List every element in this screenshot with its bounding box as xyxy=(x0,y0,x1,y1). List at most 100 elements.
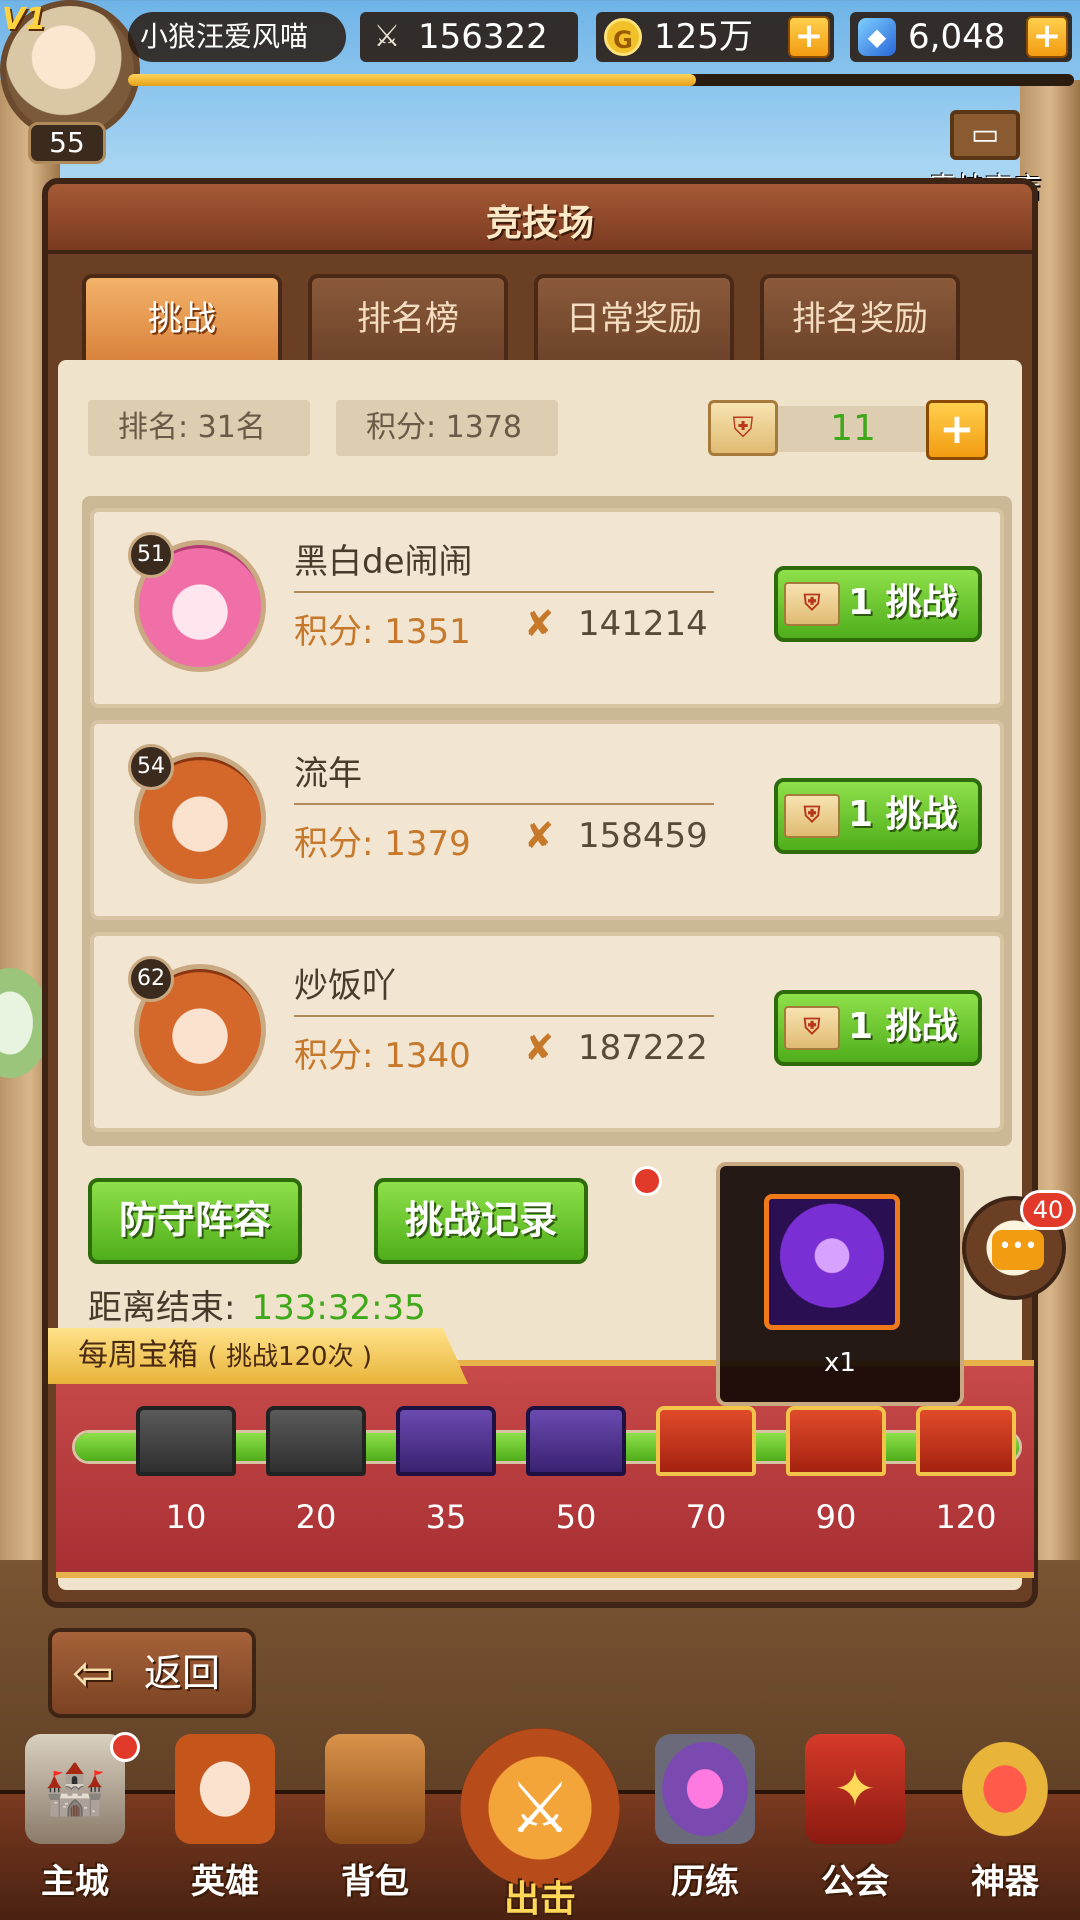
power-value: 156322 xyxy=(418,17,548,57)
notification-dot xyxy=(632,1166,662,1196)
tab-leaderboard[interactable]: 排名榜 xyxy=(308,274,508,360)
countdown-value: 133:32:35 xyxy=(251,1288,426,1328)
nav-training[interactable]: 历练 xyxy=(640,1734,770,1914)
chest-threshold: 35 xyxy=(425,1498,467,1536)
power-icon: ✘ xyxy=(524,816,555,857)
nav-label: 历练 xyxy=(671,1862,739,1902)
chat-unread-badge: 40 xyxy=(1020,1190,1076,1230)
nav-label: 主城 xyxy=(41,1862,109,1902)
nav-label: 神器 xyxy=(971,1862,1039,1902)
chest-threshold: 10 xyxy=(165,1498,207,1536)
nav-artifact[interactable]: 神器 xyxy=(940,1734,1070,1914)
chest-icon[interactable] xyxy=(266,1406,366,1476)
power-display: ⚔ 156322 xyxy=(360,12,578,62)
chest-icon[interactable] xyxy=(136,1406,236,1476)
challenge-tickets: ⛨ 11 + xyxy=(708,400,988,460)
back-arrow-icon: ⇦ xyxy=(72,1644,114,1702)
opponent-card: 51 黑白de闹闹 积分: 1351 ✘ 141214 ⛨ 1 挑战 xyxy=(90,508,1004,708)
guild-banner-icon: ✦ xyxy=(805,1734,905,1844)
vip-badge: V1 xyxy=(2,2,47,37)
nav-sortie-label: 出击 xyxy=(503,1879,576,1920)
crossed-swords-icon: ⚔ xyxy=(460,1728,620,1888)
opponent-card: 54 流年 积分: 1379 ✘ 158459 ⛨ 1 挑战 xyxy=(90,720,1004,920)
top-bar: V1 55 小狼汪爱风喵 ⚔ 156322 G 125万 + ◆ 6,048 + xyxy=(0,0,1080,164)
opponent-score: 积分: 1351 xyxy=(294,612,471,652)
defense-lineup-button[interactable]: 防守阵容 xyxy=(88,1178,302,1264)
xp-bar xyxy=(128,74,1074,86)
challenge-button-label: 1 挑战 xyxy=(848,582,958,623)
opponent-name: 流年 xyxy=(294,746,714,805)
nav-backpack[interactable]: 背包 xyxy=(310,1734,440,1914)
item-count: x1 xyxy=(824,1348,856,1378)
crossed-swords-icon: ⚔ xyxy=(373,19,401,54)
gold-coin-icon: G xyxy=(604,18,642,56)
gold-display: G 125万 + xyxy=(596,12,834,62)
opponent-score: 积分: 1340 xyxy=(294,1036,471,1076)
shop-sign-icon: ▭ xyxy=(950,110,1020,160)
challenge-button[interactable]: ⛨ 1 挑战 xyxy=(774,990,982,1066)
hero-icon xyxy=(175,1734,275,1844)
add-tickets-button[interactable]: + xyxy=(926,400,988,460)
player-name: 小狼汪爱风喵 xyxy=(128,12,346,62)
gem-display: ◆ 6,048 + xyxy=(850,12,1072,62)
opponent-power: 141214 xyxy=(578,604,708,644)
tab-challenge[interactable]: 挑战 xyxy=(82,274,282,360)
chest-threshold: 50 xyxy=(555,1498,597,1536)
portal-icon xyxy=(655,1734,755,1844)
countdown-label: 距离结束: xyxy=(88,1288,236,1328)
opponent-level: 51 xyxy=(128,532,174,578)
opponent-power: 187222 xyxy=(578,1028,708,1068)
add-gold-button[interactable]: + xyxy=(788,16,830,58)
chest-threshold: 120 xyxy=(935,1498,997,1536)
back-button[interactable]: ⇦ 返回 xyxy=(48,1628,256,1718)
opponent-score: 积分: 1379 xyxy=(294,824,471,864)
opponent-name: 炒饭吖 xyxy=(294,958,714,1017)
weekly-title: 每周宝箱 xyxy=(78,1338,198,1373)
chest-threshold: 20 xyxy=(295,1498,337,1536)
chest-icon[interactable] xyxy=(916,1406,1016,1476)
challenge-scroll-icon: ⛨ xyxy=(784,1006,840,1050)
challenge-button-label: 1 挑战 xyxy=(848,794,958,835)
rank-display: 排名: 31名 xyxy=(88,400,310,456)
chest-threshold: 90 xyxy=(815,1498,857,1536)
nav-heroes[interactable]: 英雄 xyxy=(160,1734,290,1914)
weekly-chest-title: 每周宝箱 ( 挑战120次 ) xyxy=(48,1328,468,1384)
panel-title: 竞技场 xyxy=(485,203,594,244)
nav-label: 英雄 xyxy=(191,1862,259,1902)
ticket-count: 11 xyxy=(778,406,928,452)
diamond-icon: ◆ xyxy=(858,18,896,56)
challenge-button[interactable]: ⛨ 1 挑战 xyxy=(774,566,982,642)
chat-button[interactable]: ••• 40 xyxy=(962,1190,1076,1300)
nav-sortie[interactable]: ⚔ 出击 xyxy=(460,1728,620,1920)
power-icon: ✘ xyxy=(524,1028,555,1069)
backpack-icon xyxy=(325,1734,425,1844)
add-gems-button[interactable]: + xyxy=(1026,16,1068,58)
tab-daily-rewards[interactable]: 日常奖励 xyxy=(534,274,734,360)
challenge-scroll-icon: ⛨ xyxy=(784,582,840,626)
chat-bubble-icon: ••• xyxy=(992,1230,1044,1270)
power-icon: ✘ xyxy=(524,604,555,645)
challenge-button[interactable]: ⛨ 1 挑战 xyxy=(774,778,982,854)
panel-title-bar: 竞技场 xyxy=(48,184,1032,254)
chest-icon[interactable] xyxy=(526,1406,626,1476)
challenge-record-button[interactable]: 挑战记录 xyxy=(374,1178,588,1264)
season-countdown: 距离结束: 133:32:35 xyxy=(88,1280,426,1329)
gold-value: 125万 xyxy=(654,17,753,57)
opponent-level: 62 xyxy=(128,956,174,1002)
score-display: 积分: 1378 xyxy=(336,400,558,456)
opponent-list: 51 黑白de闹闹 积分: 1351 ✘ 141214 ⛨ 1 挑战 54 流年 … xyxy=(82,496,1012,1146)
player-level: 55 xyxy=(28,122,106,164)
nav-guild[interactable]: ✦ 公会 xyxy=(790,1734,920,1914)
item-tooltip: x1 xyxy=(716,1162,964,1406)
tab-rank-rewards[interactable]: 排名奖励 xyxy=(760,274,960,360)
notification-dot xyxy=(110,1732,140,1762)
chest-icon[interactable] xyxy=(786,1406,886,1476)
purple-orb-icon xyxy=(764,1194,900,1330)
chest-icon[interactable] xyxy=(396,1406,496,1476)
back-label: 返回 xyxy=(144,1651,221,1695)
opponent-power: 158459 xyxy=(578,816,708,856)
chest-icon[interactable] xyxy=(656,1406,756,1476)
chest-threshold: 70 xyxy=(685,1498,727,1536)
opponent-card: 62 炒饭吖 积分: 1340 ✘ 187222 ⛨ 1 挑战 xyxy=(90,932,1004,1132)
nav-label: 公会 xyxy=(821,1862,889,1902)
